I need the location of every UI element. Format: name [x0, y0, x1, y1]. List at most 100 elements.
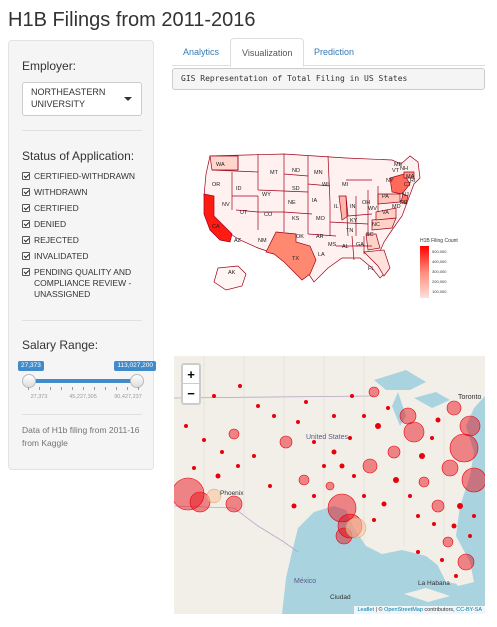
state-label: WY	[262, 192, 271, 198]
state-label: MS	[328, 242, 337, 248]
salary-min-badge: 27,373	[18, 361, 44, 371]
status-checkbox-certified-withdrawn[interactable]: CERTIFIED-WITHDRAWN	[22, 171, 147, 182]
divider	[22, 130, 142, 131]
zoom-control: + −	[181, 363, 201, 405]
status-checkbox-pending-review[interactable]: PENDING QUALITY AND COMPLIANCE REVIEW - …	[22, 267, 147, 300]
status-checkbox-rejected[interactable]: REJECTED	[22, 235, 147, 246]
state-label: FL	[368, 266, 374, 272]
state-label: AR	[316, 234, 324, 240]
tab-bar: Analytics Visualization Prediction	[172, 38, 485, 67]
checkbox-checked-icon[interactable]	[22, 172, 30, 180]
zoom-out-button[interactable]: −	[183, 384, 199, 403]
slider-min-handle[interactable]	[22, 374, 36, 388]
state-label: CA	[212, 224, 220, 230]
tab-visualization[interactable]: Visualization	[230, 38, 305, 67]
state-label: OK	[296, 234, 304, 240]
legend-label: 400,000	[432, 259, 447, 264]
leaflet-link[interactable]: Leaflet	[357, 607, 374, 613]
state-label: IL	[334, 204, 339, 210]
state-label: NM	[258, 238, 267, 244]
status-checkbox-denied[interactable]: DENIED	[22, 219, 147, 230]
state-label: SD	[292, 186, 300, 192]
state-label: NC	[372, 222, 380, 228]
state-label: ID	[236, 186, 242, 192]
map-place-label: United States	[306, 434, 349, 441]
state-label: TX	[292, 256, 299, 262]
filing-bubbles[interactable]	[174, 356, 485, 614]
state-label: NE	[288, 200, 296, 206]
osm-link[interactable]: OpenStreetMap	[384, 607, 423, 613]
state-label: MI	[342, 182, 349, 188]
employer-select[interactable]: NORTHEASTERN UNIVERSITY	[22, 82, 142, 116]
caret-down-icon	[124, 97, 132, 101]
checkbox-checked-icon[interactable]	[22, 236, 30, 244]
state-label: UT	[240, 210, 248, 216]
state-label: IA	[312, 198, 318, 204]
slider-selected-range[interactable]	[28, 379, 138, 383]
state-label: PA	[382, 194, 389, 200]
status-checkbox-group: CERTIFIED-WITHDRAWN WITHDRAWN CERTIFIED …	[22, 171, 147, 305]
state-label: GA	[356, 242, 364, 248]
checkbox-checked-icon[interactable]	[22, 252, 30, 260]
slider-max-handle[interactable]	[130, 374, 144, 388]
status-checkbox-invalidated[interactable]: INVALIDATED	[22, 251, 147, 262]
checkbox-checked-icon[interactable]	[22, 220, 30, 228]
map-place-label: Toronto	[458, 394, 482, 401]
employer-select-value: NORTHEASTERN UNIVERSITY	[31, 87, 106, 109]
state-label: NV	[222, 202, 230, 208]
map-attribution: Leaflet | © OpenStreetMap contributors, …	[354, 606, 485, 614]
legend-label: 100,000	[432, 289, 447, 294]
state-label: AK	[228, 270, 236, 276]
slider-tick-label: 45,227,305	[69, 394, 97, 400]
slider-tick-label: 90,427,237	[114, 394, 142, 400]
map-caption-output: GIS Representation of Total Filing in US…	[172, 68, 485, 90]
divider	[22, 414, 142, 415]
checkbox-checked-icon[interactable]	[22, 188, 30, 196]
legend-label: 500,000	[432, 249, 447, 254]
zoom-in-button[interactable]: +	[183, 365, 199, 384]
salary-range-slider[interactable]: 27,373 113,027,200 27,373 45,227,305 90,…	[18, 361, 156, 411]
state-label: AZ	[234, 238, 242, 244]
status-label: Status of Application:	[22, 149, 135, 163]
state-label: AL	[342, 244, 349, 250]
checkbox-checked-icon[interactable]	[22, 268, 30, 276]
state-label: MD	[392, 204, 401, 210]
tab-prediction[interactable]: Prediction	[303, 38, 365, 66]
slider-ticks	[28, 387, 139, 391]
salary-label: Salary Range:	[22, 338, 99, 352]
checkbox-checked-icon[interactable]	[22, 204, 30, 212]
legend-label: 200,000	[432, 279, 447, 284]
state-label: LA	[318, 252, 325, 258]
legend-title: H1B Filing Count	[420, 238, 458, 244]
employer-label: Employer:	[22, 59, 77, 73]
state-label: WV	[368, 206, 377, 212]
help-text: Data of H1b filing from 2011-16 from Kag…	[22, 425, 140, 448]
status-checkbox-certified[interactable]: CERTIFIED	[22, 203, 147, 214]
state-label: SC	[366, 232, 374, 238]
leaflet-map[interactable]: + − United States Toronto Phoenix México…	[174, 356, 485, 614]
choropleth-legend: H1B Filing Count 500,000 400,000 300,000…	[420, 238, 490, 298]
state-label: NH	[400, 166, 408, 172]
divider	[22, 320, 142, 321]
state-label: TN	[346, 228, 353, 234]
state-label: WA	[216, 162, 225, 168]
state-label: KY	[350, 218, 358, 224]
state-label: OR	[212, 182, 220, 188]
state-label: VT	[392, 168, 400, 174]
state-label: CO	[264, 212, 273, 218]
status-checkbox-withdrawn[interactable]: WITHDRAWN	[22, 187, 147, 198]
map-place-label: México	[294, 578, 317, 585]
map-place-label: La Habana	[418, 580, 450, 587]
state-label: MO	[316, 216, 326, 222]
map-place-label: Ciudad	[330, 594, 351, 601]
state-label: IN	[350, 204, 356, 210]
license-link[interactable]: CC-BY-SA	[456, 607, 482, 613]
tab-analytics[interactable]: Analytics	[172, 38, 230, 66]
state-label: MT	[270, 170, 279, 176]
legend-label: 300,000	[432, 269, 447, 274]
state-label: KS	[292, 216, 300, 222]
state-label: ND	[292, 168, 300, 174]
map-place-label: Phoenix	[220, 490, 244, 497]
state-label: RI	[410, 178, 416, 184]
state-label: NY	[386, 178, 394, 184]
